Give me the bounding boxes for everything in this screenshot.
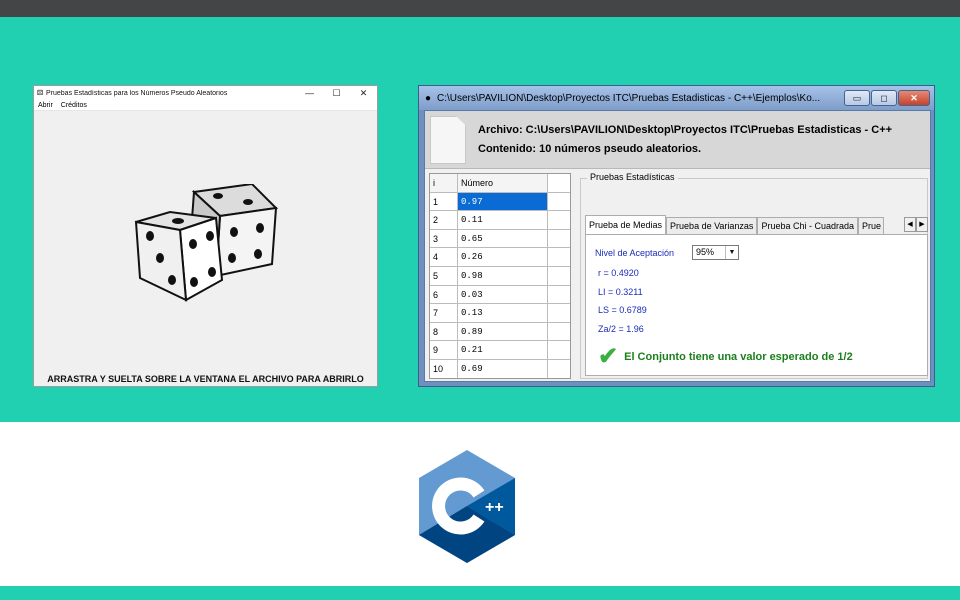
row-index: 7 xyxy=(430,304,458,322)
table-row[interactable]: 8 0.89 xyxy=(430,322,570,342)
window-title: C:\Users\PAVILION\Desktop\Proyectos ITC\… xyxy=(437,92,821,104)
table-row[interactable]: 3 0.65 xyxy=(430,229,570,249)
title-bar: ⚄ Pruebas Estadísticas para los Números … xyxy=(34,86,377,100)
minimize-button[interactable]: — xyxy=(296,88,323,98)
dice-app-icon: ⚄ xyxy=(36,90,44,97)
file-path: Archivo: C:\Users\PAVILION\Desktop\Proye… xyxy=(478,124,893,136)
minimize-button[interactable]: ▭ xyxy=(844,90,870,106)
table-row[interactable]: 4 0.26 xyxy=(430,248,570,267)
tab-scroll-left-icon[interactable]: ◀ xyxy=(904,217,916,232)
result-text: El Conjunto tiene una valor esperado de … xyxy=(624,351,853,363)
bottom-strip xyxy=(0,586,960,600)
svg-text:++: ++ xyxy=(485,499,504,516)
tab-scroll: ◀ ▶ xyxy=(904,217,928,234)
title-bar: ● C:\Users\PAVILION\Desktop\Proyectos IT… xyxy=(419,86,934,110)
file-icon xyxy=(430,116,466,164)
row-index: 3 xyxy=(430,229,458,248)
row-index: 9 xyxy=(430,341,458,359)
maximize-button[interactable]: ☐ xyxy=(323,88,350,99)
row-index: 5 xyxy=(430,266,458,285)
file-header: Archivo: C:\Users\PAVILION\Desktop\Proye… xyxy=(425,111,930,169)
chevron-down-icon[interactable]: ▼ xyxy=(725,246,738,259)
top-bar xyxy=(0,0,960,17)
row-index: 4 xyxy=(430,248,458,266)
drop-area[interactable]: ARRASTRA Y SUELTA SOBRE LA VENTANA EL AR… xyxy=(34,112,377,386)
result-message: ✔ El Conjunto tiene una valor esperado d… xyxy=(598,343,853,370)
stat-za2: Za/2 = 1.96 xyxy=(598,324,644,334)
stat-r: r = 0.4920 xyxy=(598,268,639,278)
row-index: 8 xyxy=(430,322,458,341)
row-value[interactable]: 0.21 xyxy=(458,341,548,359)
maximize-button[interactable]: ◻ xyxy=(871,90,897,106)
tab-panel-medias: Nivel de Aceptación 95% ▼ r = 0.4920 LI … xyxy=(585,234,928,376)
tab-prueba-varianzas[interactable]: Prueba de Varianzas xyxy=(666,217,758,234)
row-value[interactable]: 0.03 xyxy=(458,285,548,304)
drop-hint: ARRASTRA Y SUELTA SOBRE LA VENTANA EL AR… xyxy=(47,374,364,384)
row-value[interactable]: 0.13 xyxy=(458,304,548,322)
row-index: 6 xyxy=(430,285,458,304)
menu-bar: Abrir Créditos xyxy=(34,100,377,111)
column-header-index[interactable]: i xyxy=(430,174,458,192)
table-row[interactable]: 5 0.98 xyxy=(430,266,570,286)
dice-window: ⚄ Pruebas Estadísticas para los Números … xyxy=(33,85,378,387)
close-button[interactable]: ✕ xyxy=(898,90,930,106)
row-value[interactable]: 0.98 xyxy=(458,266,548,285)
window-title: Pruebas Estadísticas para los Números Ps… xyxy=(46,89,228,97)
row-index: 2 xyxy=(430,211,458,229)
tab-more[interactable]: Prue xyxy=(858,217,884,234)
table-row[interactable]: 7 0.13 xyxy=(430,304,570,323)
tab-scroll-right-icon[interactable]: ▶ xyxy=(916,217,928,232)
row-index: 1 xyxy=(430,192,458,211)
cpp-logo: ++ xyxy=(419,450,515,563)
menu-item-creditos[interactable]: Créditos xyxy=(61,102,87,109)
tab-strip: Prueba de Medias Prueba de Varianzas Pru… xyxy=(585,215,928,234)
table-row[interactable]: 2 0.11 xyxy=(430,211,570,230)
dice-image xyxy=(134,184,279,302)
row-value[interactable]: 0.89 xyxy=(458,322,548,341)
stat-li: LI = 0.3211 xyxy=(598,287,643,297)
column-header-number[interactable]: Número xyxy=(458,174,548,192)
grid-header-row: i Número xyxy=(430,174,570,193)
tests-window: ● C:\Users\PAVILION\Desktop\Proyectos IT… xyxy=(418,85,935,387)
tab-prueba-chi-cuadrada[interactable]: Prueba Chi - Cuadrada xyxy=(757,217,858,234)
numbers-grid[interactable]: i Número 1 0.97 2 0.11 3 0.65 4 0.26 5 0.98 6… xyxy=(429,173,571,379)
acceptance-label: Nivel de Aceptación xyxy=(595,248,675,258)
table-row[interactable]: 1 0.97 xyxy=(430,192,570,212)
groupbox-title: Pruebas Estadísticas xyxy=(587,172,678,182)
row-value[interactable]: 0.65 xyxy=(458,229,548,248)
app-icon: ● xyxy=(424,92,432,104)
tab-prueba-medias[interactable]: Prueba de Medias xyxy=(585,215,667,234)
close-button[interactable]: ✕ xyxy=(350,88,377,99)
file-content-summary: Contenido: 10 números pseudo aleatorios. xyxy=(478,143,702,155)
menu-item-abrir[interactable]: Abrir xyxy=(38,102,53,109)
row-index: 10 xyxy=(430,359,458,378)
acceptance-value: 95% xyxy=(696,247,715,257)
row-value[interactable]: 0.26 xyxy=(458,248,548,266)
window-client: Archivo: C:\Users\PAVILION\Desktop\Proye… xyxy=(424,110,931,382)
stat-ls: LS = 0.6789 xyxy=(598,305,647,315)
row-value[interactable]: 0.97 xyxy=(458,192,548,211)
table-row[interactable]: 6 0.03 xyxy=(430,285,570,305)
checkmark-icon: ✔ xyxy=(598,343,619,370)
table-row[interactable]: 10 0.69 xyxy=(430,359,570,378)
acceptance-select[interactable]: 95% ▼ xyxy=(692,245,739,260)
table-row[interactable]: 9 0.21 xyxy=(430,341,570,360)
row-value[interactable]: 0.11 xyxy=(458,211,548,229)
row-value[interactable]: 0.69 xyxy=(458,359,548,378)
